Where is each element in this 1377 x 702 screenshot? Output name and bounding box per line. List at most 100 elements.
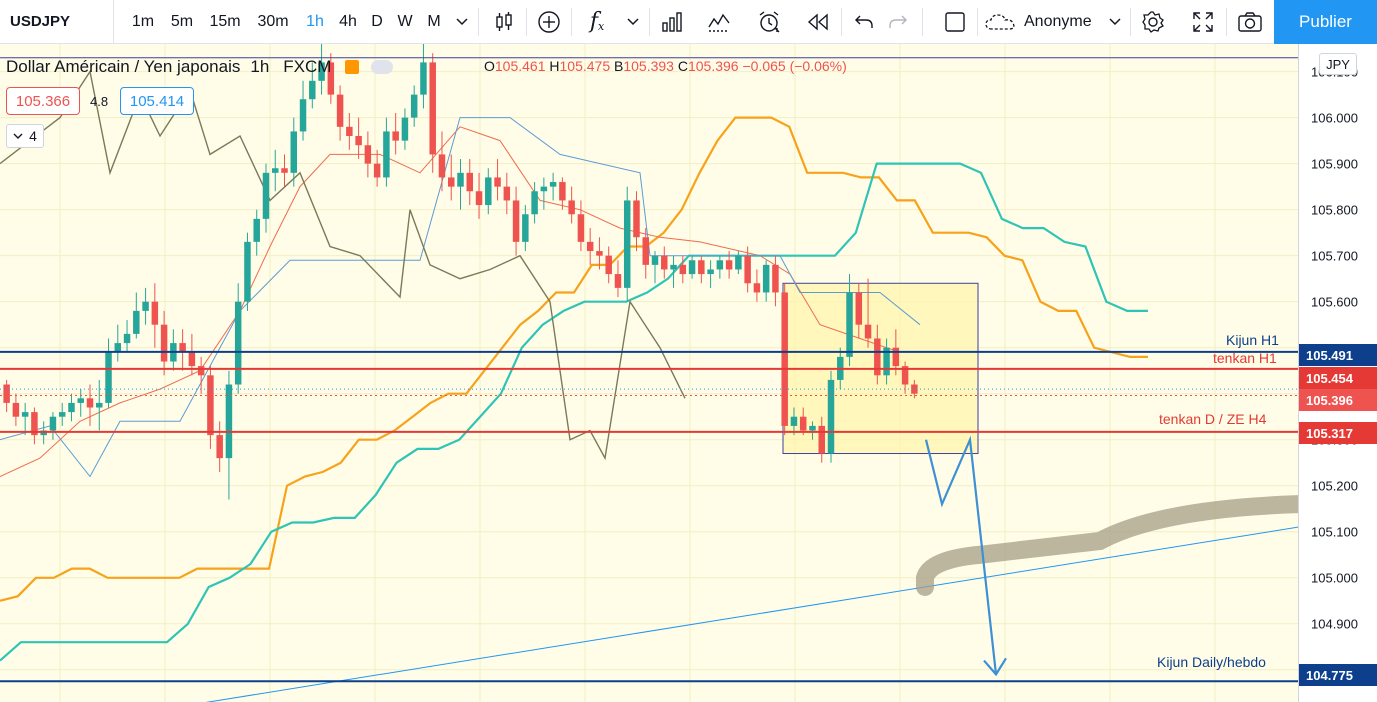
top-toolbar: USDJPY 1m 5m 15m 30m 1h 4h D W M fx Anon… bbox=[0, 0, 1377, 44]
separator bbox=[526, 8, 527, 36]
eye-toggle-icon[interactable] bbox=[371, 60, 394, 74]
chart-type-button[interactable] bbox=[487, 0, 521, 43]
interval-label: 30m bbox=[257, 12, 289, 30]
level-label-kijun-daily: Kijun Daily/hebdo bbox=[1157, 654, 1266, 670]
change-value: −0.065 (−0.06%) bbox=[742, 58, 847, 74]
separator bbox=[478, 8, 479, 36]
candle-body bbox=[661, 255, 668, 270]
price-axis[interactable]: 106.100106.000105.900105.800105.700105.6… bbox=[1298, 44, 1377, 702]
publish-button[interactable]: Publier bbox=[1274, 0, 1377, 44]
indicators-toggle[interactable]: 4 bbox=[6, 124, 44, 148]
candle-body bbox=[383, 131, 390, 178]
interval-label: D bbox=[371, 12, 383, 30]
level-label-tenkan-h1: tenkan H1 bbox=[1213, 350, 1277, 366]
symbol-name: USDJPY bbox=[10, 13, 71, 30]
rewind-icon bbox=[807, 12, 828, 31]
financials-button[interactable] bbox=[655, 0, 689, 43]
candle-body bbox=[503, 186, 511, 201]
candle-body bbox=[457, 172, 464, 187]
interval-5m[interactable]: 5m bbox=[164, 0, 200, 43]
candle-body bbox=[68, 402, 75, 413]
replay-button[interactable] bbox=[801, 0, 835, 43]
ask-value: 105.414 bbox=[129, 92, 185, 110]
candle-body bbox=[827, 379, 835, 454]
candle-body bbox=[346, 126, 353, 137]
interval-d[interactable]: D bbox=[366, 0, 388, 43]
candle-body bbox=[336, 94, 344, 127]
save-template-button[interactable]: Anonyme bbox=[984, 0, 1102, 43]
snapshot-button[interactable] bbox=[1232, 0, 1268, 43]
symbol-search-button[interactable]: USDJPY bbox=[0, 0, 114, 43]
interval-15m[interactable]: 15m bbox=[203, 0, 247, 43]
chart-legend: Dollar Américain / Yen japonais 1h FXCM bbox=[6, 56, 394, 78]
fullscreen-button[interactable] bbox=[1186, 0, 1220, 43]
price-chart[interactable] bbox=[0, 44, 1298, 702]
buy-button[interactable]: 105.414 bbox=[120, 87, 194, 115]
candle-body bbox=[160, 324, 168, 362]
price-tick: 106.000 bbox=[1311, 110, 1358, 126]
separator bbox=[922, 8, 923, 36]
fullscreen-icon bbox=[1193, 11, 1213, 32]
high-value: 105.475 bbox=[559, 58, 611, 74]
candle-body bbox=[531, 191, 538, 215]
candle-body bbox=[512, 200, 520, 242]
candle-body bbox=[586, 241, 594, 252]
interval-1h[interactable]: 1h bbox=[300, 0, 330, 43]
interval-1m[interactable]: 1m bbox=[122, 0, 164, 43]
chart-pane[interactable] bbox=[0, 44, 1298, 702]
currency-button[interactable]: JPY bbox=[1319, 53, 1357, 75]
alert-button[interactable] bbox=[752, 0, 786, 43]
settings-button[interactable] bbox=[1136, 0, 1170, 43]
price-tick: 105.800 bbox=[1311, 202, 1358, 218]
interval-label: 4h bbox=[339, 12, 357, 30]
candle-body bbox=[188, 352, 196, 367]
separator bbox=[977, 8, 978, 36]
camera-icon bbox=[1238, 11, 1262, 32]
candle-body bbox=[679, 264, 687, 275]
candle-body bbox=[466, 172, 474, 192]
candle-body bbox=[3, 384, 10, 403]
interval-30m[interactable]: 30m bbox=[250, 0, 296, 43]
market-status-icon bbox=[345, 60, 360, 74]
interval-4h[interactable]: 4h bbox=[333, 0, 363, 43]
separator bbox=[1226, 8, 1227, 36]
template-dropdown[interactable] bbox=[1104, 0, 1126, 43]
interval-m[interactable]: M bbox=[422, 0, 446, 43]
candle-body bbox=[549, 182, 557, 187]
candle-body bbox=[781, 292, 788, 426]
candle-body bbox=[299, 99, 307, 132]
candle-body bbox=[744, 255, 751, 284]
layout-button[interactable] bbox=[939, 0, 971, 43]
low-value: 105.393 bbox=[623, 58, 674, 74]
sell-button[interactable]: 105.366 bbox=[6, 87, 80, 115]
cloud-icon bbox=[985, 13, 1015, 30]
level-label-tenkan-d: tenkan D / ZE H4 bbox=[1159, 411, 1267, 427]
undo-button[interactable] bbox=[848, 0, 880, 43]
interval-label: M bbox=[427, 12, 441, 30]
price-tick: 104.900 bbox=[1311, 616, 1358, 632]
candle-body bbox=[818, 425, 825, 454]
candle-body bbox=[234, 301, 242, 385]
price-tick: 105.000 bbox=[1311, 570, 1358, 586]
high-label: H bbox=[549, 58, 560, 74]
candle-body bbox=[77, 398, 84, 403]
alarm-clock-icon bbox=[759, 10, 780, 32]
candle-body bbox=[12, 402, 20, 417]
ideas-button[interactable] bbox=[702, 0, 736, 43]
interval-dropdown[interactable] bbox=[451, 0, 473, 43]
redo-icon bbox=[889, 15, 907, 28]
chevron-down-icon bbox=[13, 133, 23, 139]
candle-body bbox=[651, 255, 659, 265]
compare-button[interactable] bbox=[532, 0, 566, 43]
level-label-kijun-h1: Kijun H1 bbox=[1226, 332, 1279, 348]
open-value: 105.461 bbox=[494, 58, 546, 74]
interval-label: W bbox=[397, 12, 413, 30]
indicators-button[interactable]: fx bbox=[580, 0, 614, 43]
interval-w[interactable]: W bbox=[393, 0, 417, 43]
candle-body bbox=[790, 416, 798, 426]
redo-button[interactable] bbox=[882, 0, 914, 43]
indicators-count: 4 bbox=[29, 128, 37, 144]
candle-body bbox=[123, 333, 131, 344]
candle-body bbox=[725, 260, 733, 270]
indicators-dropdown[interactable] bbox=[622, 0, 644, 43]
